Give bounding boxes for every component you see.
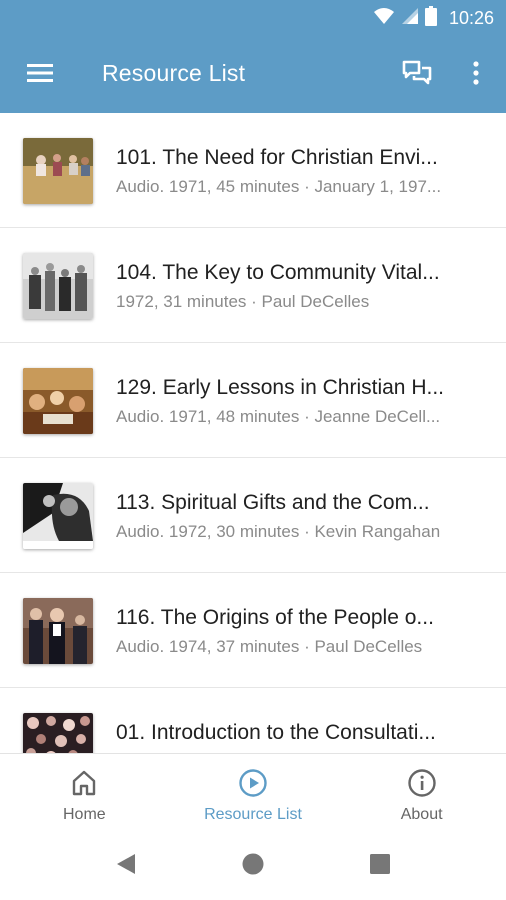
resource-thumbnail: [23, 138, 93, 204]
status-icons: 10:26: [373, 5, 494, 31]
nav-resource-list-label: Resource List: [204, 806, 302, 823]
nav-home[interactable]: Home: [0, 754, 169, 834]
back-icon: [115, 852, 137, 881]
battery-icon: [424, 5, 437, 31]
resource-thumbnail: [23, 368, 93, 434]
toolbar: Resource List: [0, 36, 506, 113]
home-circle-icon: [241, 852, 265, 881]
resource-title: 116. The Origins of the People o...: [116, 606, 434, 629]
resource-title: 01. Introduction to the Consultati...: [116, 721, 436, 744]
more-options-button[interactable]: [454, 53, 498, 97]
nav-about[interactable]: About: [337, 754, 506, 834]
system-home-button[interactable]: [240, 853, 266, 879]
resource-title: 129. Early Lessons in Christian H...: [116, 376, 444, 399]
resource-title: 104. The Key to Community Vital...: [116, 261, 440, 284]
list-item[interactable]: 01. Introduction to the Consultati...: [0, 688, 506, 753]
nav-home-label: Home: [62, 806, 106, 823]
menu-button[interactable]: [18, 53, 62, 97]
resource-thumbnail: [23, 253, 93, 319]
list-item[interactable]: 116. The Origins of the People o... Audi…: [0, 573, 506, 688]
resource-thumbnail: [23, 598, 93, 664]
nav-resource-list[interactable]: Resource List: [169, 754, 338, 834]
chat-icon: [402, 59, 432, 92]
list-item[interactable]: 113. Spiritual Gifts and the Com... Audi…: [0, 458, 506, 573]
resource-title: 101. The Need for Christian Envi...: [116, 146, 438, 169]
resource-subtitle: Audio. 1972, 30 minutes · Kevin Rangahan: [116, 522, 441, 541]
resource-subtitle: Audio. 1971, 48 minutes · Jeanne DeCell.…: [116, 407, 441, 426]
recents-icon: [369, 853, 391, 880]
chat-button[interactable]: [395, 53, 439, 97]
signal-icon: [401, 7, 419, 30]
more-vert-icon: [473, 60, 479, 90]
resource-thumbnail: [23, 713, 93, 753]
resource-list: 101. The Need for Christian Envi... Audi…: [0, 113, 506, 753]
play-circle-icon: [238, 768, 268, 798]
recents-button[interactable]: [367, 853, 393, 879]
menu-icon: [26, 62, 54, 89]
bottom-navigation: Home Resource List About: [0, 753, 506, 833]
home-icon: [69, 768, 99, 798]
resource-subtitle: Audio. 1974, 37 minutes · Paul DeCelles: [116, 637, 423, 656]
list-item[interactable]: 104. The Key to Community Vital... 1972,…: [0, 228, 506, 343]
info-icon: [407, 768, 437, 798]
resource-title: 113. Spiritual Gifts and the Com...: [116, 491, 430, 514]
back-button[interactable]: [113, 853, 139, 879]
resource-subtitle: Audio. 1971, 45 minutes · January 1, 197…: [116, 177, 442, 196]
screen: 10:26 Resource List 101. The Need for Ch…: [0, 0, 506, 900]
list-item[interactable]: 129. Early Lessons in Christian H... Aud…: [0, 343, 506, 458]
list-item[interactable]: 101. The Need for Christian Envi... Audi…: [0, 113, 506, 228]
status-bar: 10:26: [0, 0, 506, 36]
nav-about-label: About: [400, 806, 443, 823]
resource-subtitle: 1972, 31 minutes · Paul DeCelles: [116, 292, 370, 311]
app-bar: 10:26 Resource List: [0, 0, 506, 113]
resource-thumbnail: [23, 483, 93, 549]
page-title: Resource List: [102, 60, 246, 86]
system-navigation: [0, 833, 506, 900]
wifi-icon: [373, 7, 395, 30]
status-time: 10:26: [448, 7, 494, 28]
